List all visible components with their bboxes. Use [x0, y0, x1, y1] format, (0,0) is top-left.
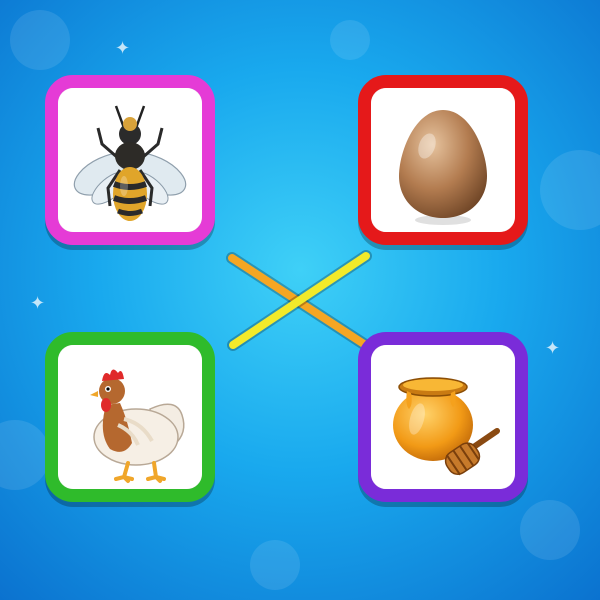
hen-icon [90, 369, 185, 483]
card-hen[interactable] [45, 332, 215, 502]
egg-icon [399, 110, 487, 225]
card-honey[interactable] [358, 332, 528, 502]
bee-icon [73, 105, 187, 221]
honey-pot-icon [393, 377, 500, 476]
card-egg[interactable] [358, 75, 528, 245]
card-bee[interactable] [45, 75, 215, 245]
game-board: ✦ ✦ ✦ [0, 0, 600, 600]
